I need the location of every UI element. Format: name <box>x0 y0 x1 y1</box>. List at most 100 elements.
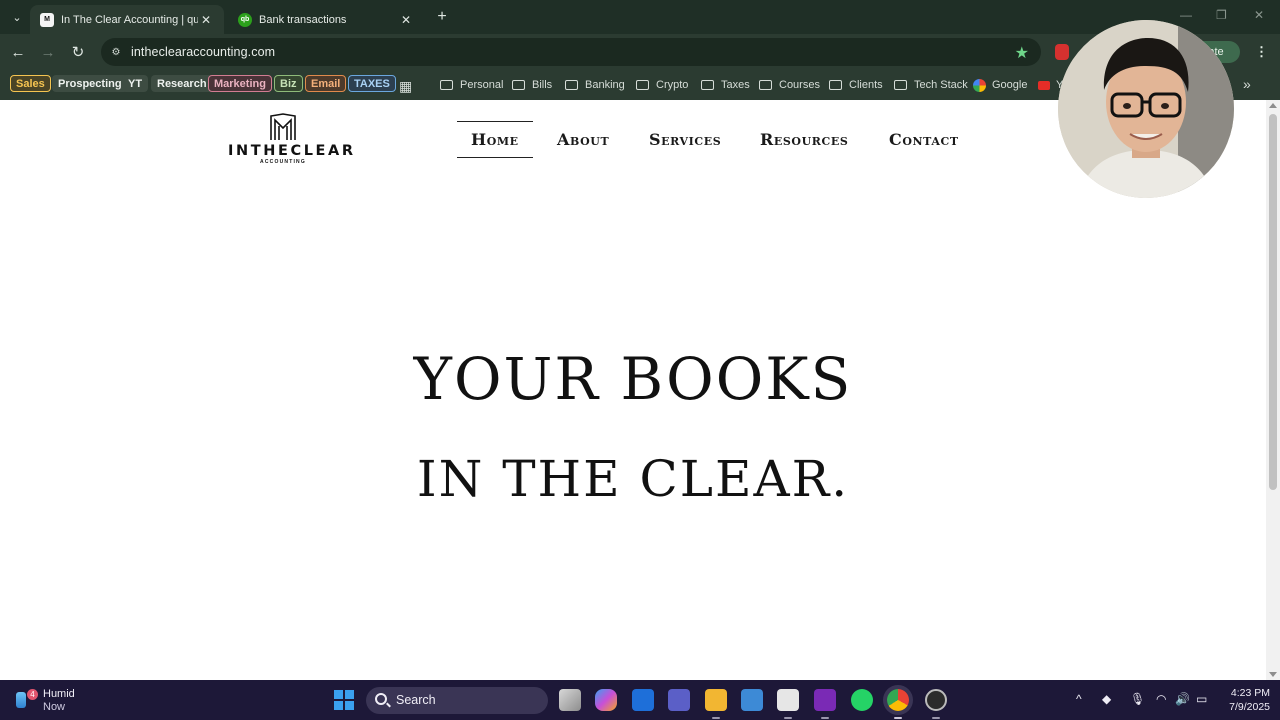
webcam-overlay <box>1058 20 1234 198</box>
nav-home[interactable]: Home <box>457 121 533 158</box>
tab-title: In The Clear Accounting | quickb <box>61 13 198 26</box>
scrollbar-thumb[interactable] <box>1269 114 1277 490</box>
bookmark-folder-courses[interactable]: Courses <box>759 76 820 94</box>
copilot-icon[interactable] <box>595 689 617 711</box>
reload-icon[interactable]: ↻ <box>68 42 88 62</box>
bookmark-chip-prospecting[interactable]: Prospecting <box>52 75 128 92</box>
minimize-icon[interactable]: — <box>1180 8 1192 22</box>
folder-icon <box>440 80 453 90</box>
close-tab-icon[interactable]: ✕ <box>398 13 414 27</box>
whatsapp-icon[interactable] <box>851 689 873 711</box>
windows-start-icon[interactable] <box>334 690 354 710</box>
running-indicator <box>932 717 940 719</box>
system-clock[interactable]: 4:23 PM 7/9/2025 <box>1218 686 1270 714</box>
forward-arrow-icon[interactable]: → <box>38 42 58 62</box>
bookmark-chip-biz[interactable]: Biz <box>274 75 303 92</box>
teams-icon[interactable] <box>668 689 690 711</box>
folder-icon <box>759 80 772 90</box>
humidity-icon <box>16 692 26 708</box>
youtube-icon <box>1038 80 1050 90</box>
taskbar-search[interactable]: Search <box>366 687 548 714</box>
weather-widget[interactable]: 4 Humid Now <box>16 686 96 714</box>
folder-icon <box>512 80 525 90</box>
hero-subheading: IN THE CLEAR. <box>416 450 850 508</box>
bookmark-chip-marketing[interactable]: Marketing <box>208 75 272 92</box>
tab-in-the-clear[interactable]: M In The Clear Accounting | quickb ✕ <box>30 5 224 34</box>
nav-about[interactable]: About <box>557 130 609 149</box>
task-view-icon[interactable] <box>559 689 581 711</box>
browser-menu-icon[interactable]: ⋮ <box>1255 44 1268 60</box>
bookmark-star-icon[interactable]: ★ <box>1015 43 1029 63</box>
nav-contact[interactable]: Contact <box>889 130 959 149</box>
bookmark-chip-taxes[interactable]: TAXES <box>348 75 396 92</box>
chip-label: Prospecting <box>58 77 122 90</box>
close-window-icon[interactable]: ✕ <box>1254 8 1264 22</box>
chip-label: Marketing <box>214 77 266 90</box>
maximize-icon[interactable]: ❐ <box>1216 8 1227 22</box>
search-label: Search <box>396 693 436 707</box>
more-bookmarks-icon[interactable]: » <box>1243 76 1251 92</box>
bookmark-chip-email[interactable]: Email <box>305 75 347 92</box>
page-scrollbar[interactable] <box>1266 100 1280 680</box>
folder-label: Taxes <box>721 79 750 91</box>
folder-icon <box>565 80 578 90</box>
address-bar[interactable]: ⚙ intheclearaccounting.com ★ <box>101 38 1041 66</box>
calculator-icon[interactable] <box>741 689 763 711</box>
clock-date: 7/9/2025 <box>1229 701 1270 713</box>
nav-resources[interactable]: Resources <box>760 130 848 149</box>
notification-badge: 4 <box>27 689 38 700</box>
bookmark-folder-taxes[interactable]: Taxes <box>701 76 750 94</box>
folder-icon <box>829 80 842 90</box>
volume-icon[interactable]: 🔊 <box>1175 692 1190 706</box>
bookmark-chip-sales[interactable]: Sales <box>10 75 51 92</box>
running-indicator <box>894 717 902 719</box>
bookmark-chip-yt[interactable]: YT <box>122 75 149 92</box>
onenote-icon[interactable] <box>814 689 836 711</box>
folder-label: Courses <box>779 79 820 91</box>
scroll-down-icon[interactable] <box>1269 672 1277 677</box>
site-settings-icon[interactable]: ⚙ <box>109 45 123 59</box>
hero-heading: YOUR BOOKS <box>413 345 853 413</box>
chip-label: Email <box>311 77 341 90</box>
folder-icon <box>636 80 649 90</box>
folder-icon <box>894 80 907 90</box>
show-hidden-icons-icon[interactable]: ^ <box>1076 692 1082 706</box>
tab-bank-transactions[interactable]: qb Bank transactions ✕ <box>228 5 424 34</box>
folder-label: Crypto <box>656 79 689 91</box>
tab-search-chevron-icon[interactable]: ⌄ <box>7 7 27 27</box>
weather-title: Humid <box>43 688 75 700</box>
running-indicator <box>712 717 720 719</box>
weather-subtitle: Now <box>43 701 66 713</box>
file-explorer-icon[interactable] <box>705 689 727 711</box>
battery-icon[interactable]: ▭ <box>1196 692 1207 706</box>
bookmark-folder-tech-stack[interactable]: Tech Stack <box>894 76 968 94</box>
snipping-tool-icon[interactable] <box>777 689 799 711</box>
extension-icon[interactable] <box>1055 44 1069 60</box>
folder-label: Banking <box>585 79 625 91</box>
apps-grid-icon[interactable]: ▦ <box>399 78 412 95</box>
close-tab-icon[interactable]: ✕ <box>198 13 214 27</box>
wifi-icon[interactable]: ◠ <box>1156 692 1166 706</box>
folder-label: Bills <box>532 79 553 91</box>
bookmark-folder-clients[interactable]: Clients <box>829 76 883 94</box>
bookmark-folder-crypto[interactable]: Crypto <box>636 76 688 94</box>
back-arrow-icon[interactable]: ← <box>8 42 28 62</box>
chrome-icon[interactable] <box>887 689 909 711</box>
folder-icon <box>701 80 714 90</box>
url-text: intheclearaccounting.com <box>131 45 276 59</box>
bookmark-chip-research[interactable]: Research <box>151 75 213 92</box>
scroll-up-icon[interactable] <box>1269 103 1277 108</box>
azure-icon[interactable] <box>632 689 654 711</box>
nav-services[interactable]: Services <box>649 130 721 149</box>
bookmark-folder-bills[interactable]: Bills <box>512 76 552 94</box>
microphone-icon[interactable]: 🎙 <box>1130 692 1145 706</box>
chip-label: TAXES <box>354 77 390 90</box>
site-logo[interactable]: INTHECLEAR ACCOUNTING <box>228 112 353 170</box>
bookmark-folder-banking[interactable]: Banking <box>565 76 625 94</box>
bookmark-folder-personal[interactable]: Personal <box>440 76 503 94</box>
dropbox-icon[interactable]: ◆ <box>1102 692 1111 706</box>
new-tab-icon[interactable]: + <box>432 7 452 27</box>
folder-label: Personal <box>460 79 504 91</box>
obs-icon[interactable] <box>925 689 947 711</box>
bookmark-google[interactable]: Google <box>973 76 1027 94</box>
